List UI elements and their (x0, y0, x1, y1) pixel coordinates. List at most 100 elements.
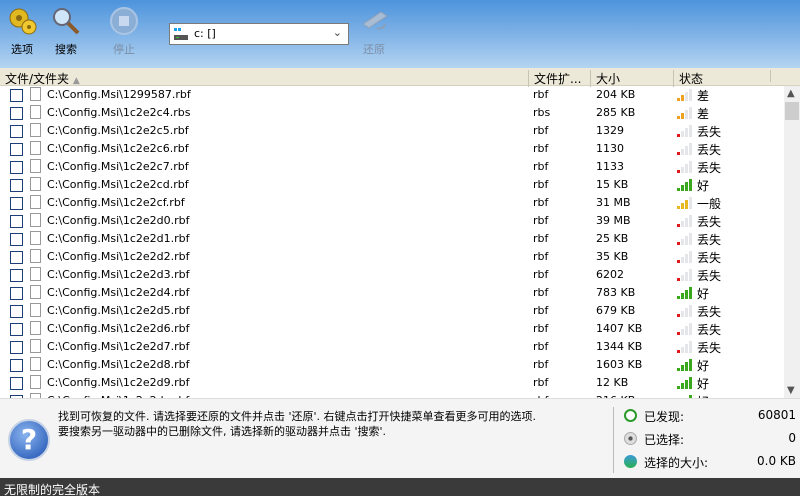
row-checkbox[interactable] (10, 179, 23, 192)
file-name: C:\Config.Msi\1c2e2c7.rbf (47, 160, 189, 173)
file-row[interactable]: C:\Config.Msi\1c2e2cd.rbf rbf 15 KB 好 (0, 176, 784, 194)
file-ext: rbf (533, 214, 549, 227)
file-icon (30, 339, 41, 353)
selected-label: 已选择: (644, 433, 685, 447)
info-message-2: 要搜索另一驱动器中的已删除文件, 请选择新的驱动器并点击 '搜索'. (58, 425, 387, 438)
found-label: 已发现: (644, 410, 685, 424)
file-icon (30, 249, 41, 263)
file-icon (30, 159, 41, 173)
row-checkbox[interactable] (10, 305, 23, 318)
signal-bar (677, 314, 680, 317)
row-checkbox[interactable] (10, 251, 23, 264)
signal-bar (689, 305, 692, 317)
drive-size-icon (624, 455, 637, 468)
options-label: 选项 (11, 43, 33, 56)
row-checkbox[interactable] (10, 161, 23, 174)
file-row[interactable]: C:\Config.Msi\1c2e2c5.rbf rbf 1329 丢失 (0, 122, 784, 140)
file-size: 15 KB (596, 178, 629, 191)
row-checkbox[interactable] (10, 359, 23, 372)
file-row[interactable]: C:\Config.Msi\1c2e2d4.rbf rbf 783 KB 好 (0, 284, 784, 302)
file-ext: rbs (533, 106, 551, 119)
signal-bar (677, 170, 680, 173)
column-name[interactable]: 文件/文件夹 ▲ (0, 70, 80, 87)
found-value: 60801 (757, 408, 796, 422)
column-size[interactable]: 大小 (590, 70, 620, 87)
file-name: C:\Config.Msi\1c2e2d6.rbf (47, 322, 190, 335)
file-icon (30, 87, 41, 101)
file-status: 好 (697, 179, 710, 193)
condition-signal-icon (677, 179, 693, 191)
signal-bar (685, 200, 688, 209)
file-row[interactable]: C:\Config.Msi\1c2e2c4.rbs rbs 285 KB 差 (0, 104, 784, 122)
file-status: 丢失 (697, 143, 722, 157)
file-status: 好 (697, 287, 710, 301)
signal-bar (681, 95, 684, 101)
info-message-1: 找到可恢复的文件. 请选择要还原的文件并点击 '还原'. 右键点击打开快捷菜单查… (58, 410, 537, 423)
scroll-thumb[interactable] (785, 102, 799, 120)
status-bar: 无限制的完全版本 (0, 478, 800, 497)
signal-bar (681, 275, 684, 281)
signal-bar (681, 221, 684, 227)
signal-bar (689, 107, 692, 119)
file-name: C:\Config.Msi\1c2e2d2.rbf (47, 250, 190, 263)
drive-select[interactable]: c: [] ⌄ (169, 23, 349, 45)
file-row[interactable]: C:\Config.Msi\1299587.rbf rbf 204 KB 差 (0, 86, 784, 104)
file-row[interactable]: C:\Config.Msi\1c2e2d3.rbf rbf 6202 丢失 (0, 266, 784, 284)
file-row[interactable]: C:\Config.Msi\1c2e2d1.rbf rbf 25 KB 丢失 (0, 230, 784, 248)
scroll-up-icon[interactable]: ▲ (787, 88, 795, 99)
file-row[interactable]: C:\Config.Msi\1c2e2d7.rbf rbf 1344 KB 丢失 (0, 338, 784, 356)
row-checkbox[interactable] (10, 125, 23, 138)
signal-bar (689, 269, 692, 281)
file-status: 丢失 (697, 251, 722, 265)
file-row[interactable]: C:\Config.Msi\1c2e2d2.rbf rbf 35 KB 丢失 (0, 248, 784, 266)
row-checkbox[interactable] (10, 377, 23, 390)
condition-signal-icon (677, 161, 693, 173)
file-name: C:\Config.Msi\1c2e2d4.rbf (47, 286, 190, 299)
row-checkbox[interactable] (10, 341, 23, 354)
file-row[interactable]: C:\Config.Msi\1c2e2c6.rbf rbf 1130 丢失 (0, 140, 784, 158)
file-row[interactable]: C:\Config.Msi\1c2e2d5.rbf rbf 679 KB 丢失 (0, 302, 784, 320)
file-row[interactable]: C:\Config.Msi\1c2e2d8.rbf rbf 1603 KB 好 (0, 356, 784, 374)
selected-value: 0 (788, 431, 796, 445)
disk-icon (624, 432, 637, 445)
condition-signal-icon (677, 251, 693, 263)
signal-bar (685, 362, 688, 371)
vertical-scrollbar[interactable]: ▲ ▼ (784, 86, 800, 398)
column-ext[interactable]: 文件扩... (528, 70, 581, 87)
row-checkbox[interactable] (10, 215, 23, 228)
file-size: 285 KB (596, 106, 636, 119)
row-checkbox[interactable] (10, 143, 23, 156)
row-checkbox[interactable] (10, 269, 23, 282)
row-checkbox[interactable] (10, 197, 23, 210)
file-row[interactable]: C:\Config.Msi\1c2e2d6.rbf rbf 1407 KB 丢失 (0, 320, 784, 338)
signal-bar (689, 287, 692, 299)
restore-label: 还原 (363, 43, 385, 56)
row-checkbox[interactable] (10, 233, 23, 246)
stop-button[interactable]: 停止 (102, 6, 146, 57)
row-checkbox[interactable] (10, 89, 23, 102)
signal-bar (677, 152, 680, 155)
file-row[interactable]: C:\Config.Msi\1c2e2c7.rbf rbf 1133 丢失 (0, 158, 784, 176)
file-size: 1133 (596, 160, 624, 173)
column-divider (770, 70, 771, 82)
size-value: 0.0 KB (757, 454, 796, 468)
signal-bar (685, 218, 688, 227)
file-row[interactable]: C:\Config.Msi\1c2e2d0.rbf rbf 39 MB 丢失 (0, 212, 784, 230)
condition-signal-icon (677, 143, 693, 155)
row-checkbox[interactable] (10, 107, 23, 120)
file-size: 6202 (596, 268, 624, 281)
sort-asc-icon: ▲ (72, 76, 80, 86)
list-header: 文件/文件夹 ▲ 文件扩... 大小 状态 (0, 68, 800, 87)
search-button[interactable]: 搜索 (44, 6, 88, 57)
drive-value: c: [] (194, 27, 216, 40)
signal-bar (677, 188, 680, 191)
file-row[interactable]: C:\Config.Msi\1c2e2d9.rbf rbf 12 KB 好 (0, 374, 784, 392)
file-ext: rbf (533, 142, 549, 155)
row-checkbox[interactable] (10, 287, 23, 300)
file-row[interactable]: C:\Config.Msi\1c2e2cf.rbf rbf 31 MB 一般 (0, 194, 784, 212)
scroll-down-icon[interactable]: ▼ (787, 385, 795, 396)
restore-button[interactable]: 还原 (352, 6, 396, 57)
row-checkbox[interactable] (10, 323, 23, 336)
column-status[interactable]: 状态 (673, 70, 703, 87)
options-button[interactable]: 选项 (0, 6, 44, 57)
